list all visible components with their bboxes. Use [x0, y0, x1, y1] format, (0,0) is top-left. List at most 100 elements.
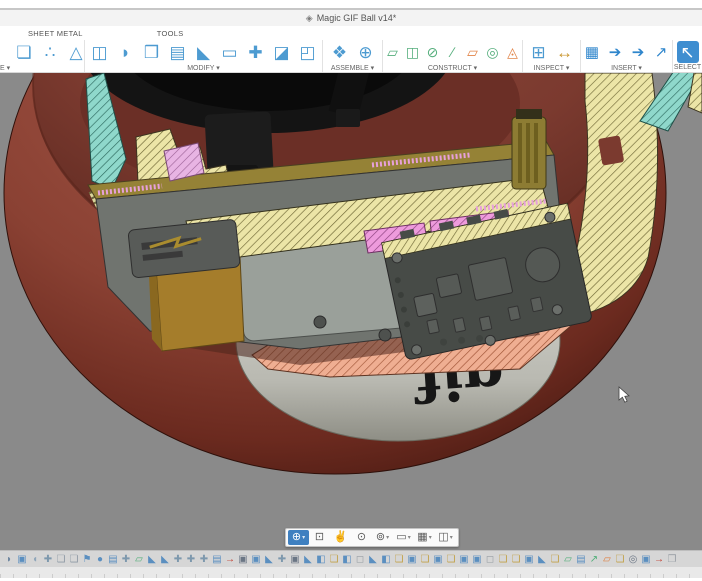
- tl-align[interactable]: ◣: [367, 553, 379, 566]
- timeline-ruler[interactable]: [0, 567, 702, 578]
- tl-box[interactable]: ▣: [471, 553, 483, 566]
- select-group-label[interactable]: SELECT: [674, 64, 701, 71]
- tl-align[interactable]: ◣: [263, 553, 275, 566]
- tl-flag[interactable]: ⚑: [81, 553, 93, 566]
- tl-sketch[interactable]: ❏: [497, 553, 509, 566]
- tl-sketch[interactable]: ❏: [445, 553, 457, 566]
- tl-move[interactable]: ✚: [42, 553, 54, 566]
- tl-align[interactable]: ◣: [536, 553, 548, 566]
- press-pull-icon[interactable]: ◫: [88, 41, 112, 63]
- offset-plane-icon[interactable]: ▱: [384, 41, 402, 63]
- insert-mesh-icon[interactable]: ↗: [651, 41, 672, 63]
- insert-dxf-icon[interactable]: ➔: [628, 41, 649, 63]
- tl-shape[interactable]: ◻: [484, 553, 496, 566]
- axis-edge-icon[interactable]: ∕: [444, 41, 462, 63]
- tl-extrude[interactable]: ◧: [341, 553, 353, 566]
- tl-box[interactable]: ▣: [458, 553, 470, 566]
- fillet-icon[interactable]: ◗: [114, 41, 138, 63]
- tl-stack[interactable]: ▤: [107, 553, 119, 566]
- change-parameters-icon[interactable]: ▭: [218, 41, 242, 63]
- tl-plane[interactable]: ▱: [601, 553, 613, 566]
- tl-box[interactable]: ▣: [406, 553, 418, 566]
- modify-group-label[interactable]: MODIFY ▾: [187, 64, 220, 72]
- insert-group-label[interactable]: INSERT ▾: [611, 64, 642, 72]
- pattern-icon[interactable]: ∴: [38, 41, 62, 63]
- tl-sphere[interactable]: ●: [94, 553, 106, 566]
- tl-box[interactable]: ▣: [16, 553, 28, 566]
- tl-plane[interactable]: ▱: [133, 553, 145, 566]
- midplane-icon[interactable]: ◫: [404, 41, 422, 63]
- tl-extrude[interactable]: ◧: [380, 553, 392, 566]
- tl-move[interactable]: ✚: [172, 553, 184, 566]
- orbit-button[interactable]: ⊕ ▾: [288, 530, 309, 545]
- shell-icon[interactable]: ▤: [166, 41, 190, 63]
- tl-stack[interactable]: ▤: [211, 553, 223, 566]
- joint-icon[interactable]: ⊕: [354, 41, 378, 63]
- pin-header-connector[interactable]: [512, 109, 546, 189]
- tl-move[interactable]: ✚: [198, 553, 210, 566]
- fit-button[interactable]: ⊚ ▾: [372, 530, 393, 545]
- move-copy-icon[interactable]: ✚: [244, 41, 268, 63]
- insert-svg-icon[interactable]: ➔: [605, 41, 626, 63]
- axis-cylinder-icon[interactable]: ⊘: [424, 41, 442, 63]
- tl-sketch[interactable]: ❏: [393, 553, 405, 566]
- zoom-button[interactable]: ⊙: [351, 530, 372, 545]
- form-icon[interactable]: ◖: [0, 41, 10, 63]
- combine-icon[interactable]: ❒: [140, 41, 164, 63]
- tl-stack[interactable]: ▤: [575, 553, 587, 566]
- tl-align[interactable]: ◣: [146, 553, 158, 566]
- tl-sketch[interactable]: ❏: [419, 553, 431, 566]
- tl-sketch[interactable]: ❏: [328, 553, 340, 566]
- display-settings-button[interactable]: ▭ ▾: [393, 530, 414, 545]
- viewports-button[interactable]: ◫ ▾: [435, 530, 456, 545]
- tl-form[interactable]: ◖: [29, 553, 41, 566]
- tab-sheet-metal[interactable]: SHEET METAL: [22, 29, 89, 40]
- point-center-icon[interactable]: ◎: [484, 41, 502, 63]
- viewport-canvas[interactable]: .gif: [0, 73, 702, 550]
- tab-tools[interactable]: TOOLS: [151, 29, 190, 40]
- plane-point-icon[interactable]: ▱: [464, 41, 482, 63]
- point-vertex-icon[interactable]: ◬: [504, 41, 522, 63]
- tl-revolve[interactable]: ◗: [3, 553, 15, 566]
- create-group-label[interactable]: E ▾: [0, 64, 10, 72]
- tl-plane[interactable]: ▱: [562, 553, 574, 566]
- tl-move[interactable]: ✚: [276, 553, 288, 566]
- sketch-icon[interactable]: ❏: [12, 41, 36, 63]
- tl-shape[interactable]: ❐: [666, 553, 678, 566]
- tl-hole[interactable]: ▣: [289, 553, 301, 566]
- tl-box[interactable]: ▣: [250, 553, 262, 566]
- tl-align[interactable]: ◣: [302, 553, 314, 566]
- tl-body[interactable]: ▣: [237, 553, 249, 566]
- canvas-image-icon[interactable]: ▦: [582, 41, 603, 63]
- measure-distance-icon[interactable]: ↔: [553, 41, 577, 63]
- look-at-button[interactable]: ⊡: [309, 530, 330, 545]
- tl-shape[interactable]: ◻: [354, 553, 366, 566]
- inspect-group-label[interactable]: INSPECT ▾: [534, 64, 570, 72]
- tl-box[interactable]: ▣: [640, 553, 652, 566]
- tl-sketch[interactable]: ❏: [614, 553, 626, 566]
- model-section-view[interactable]: .gif: [0, 73, 702, 550]
- tl-link[interactable]: →: [224, 553, 236, 566]
- tl-box[interactable]: ▣: [432, 553, 444, 566]
- assemble-group-label[interactable]: ASSEMBLE ▾: [331, 64, 374, 72]
- tl-sketch[interactable]: ❏: [68, 553, 80, 566]
- grid-snaps-button[interactable]: ▦ ▾: [414, 530, 435, 545]
- split-body-icon[interactable]: ◰: [296, 41, 320, 63]
- tl-pipe[interactable]: ◎: [627, 553, 639, 566]
- tl-sketch[interactable]: ❏: [510, 553, 522, 566]
- tl-sketch[interactable]: ❏: [55, 553, 67, 566]
- tl-extrude[interactable]: ◧: [315, 553, 327, 566]
- select-icon[interactable]: ↖: [677, 41, 699, 63]
- tl-move[interactable]: ✚: [120, 553, 132, 566]
- pan-button[interactable]: ✌: [330, 530, 351, 545]
- measure-icon[interactable]: ⊞: [527, 41, 551, 63]
- new-component-icon[interactable]: ❖: [328, 41, 352, 63]
- tl-move[interactable]: ✚: [185, 553, 197, 566]
- align-icon[interactable]: ◣: [192, 41, 216, 63]
- draft-icon[interactable]: ◪: [270, 41, 294, 63]
- tl-arc[interactable]: ↗: [588, 553, 600, 566]
- tl-link[interactable]: →: [653, 553, 665, 566]
- tl-align[interactable]: ◣: [159, 553, 171, 566]
- document-tab-title[interactable]: Magic GIF Ball v14*: [317, 13, 397, 23]
- tl-sketch[interactable]: ❏: [549, 553, 561, 566]
